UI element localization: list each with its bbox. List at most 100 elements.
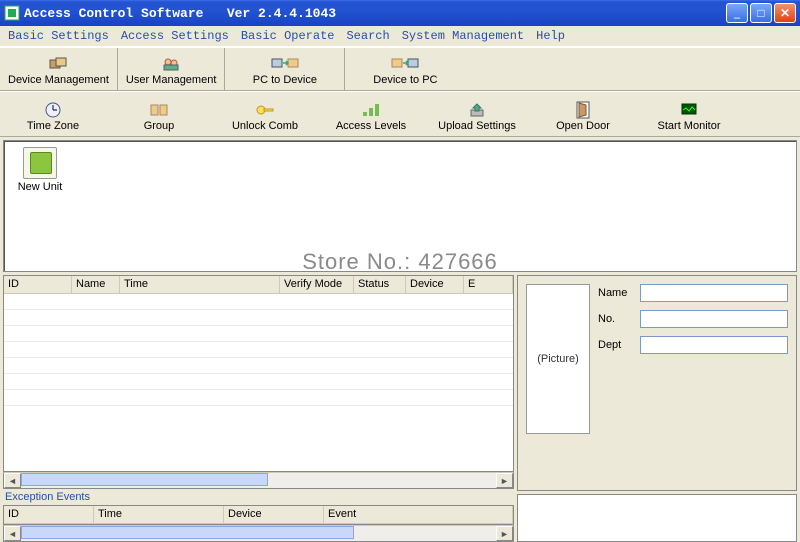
scroll-track[interactable] (21, 526, 496, 541)
new-unit-item[interactable]: New Unit (10, 147, 70, 193)
scroll-right-icon[interactable]: ► (496, 526, 513, 541)
toolbar-primary: Device Management User Management PC to … (0, 47, 800, 91)
exception-title: Exception Events (3, 489, 514, 505)
events-grid-body[interactable] (4, 294, 513, 471)
name-label: Name (598, 287, 634, 299)
device-to-pc-icon (391, 55, 419, 73)
col-device[interactable]: Device (406, 276, 464, 293)
details-pane: (Picture) Name No. Dept (517, 275, 797, 491)
access-levels-button[interactable]: Access Levels (318, 92, 424, 136)
levels-icon (361, 101, 381, 119)
col-status[interactable]: Status (354, 276, 406, 293)
device-icon (48, 55, 68, 73)
name-field[interactable] (640, 284, 788, 302)
menu-access-settings[interactable]: Access Settings (115, 27, 235, 45)
unit-icon (23, 147, 57, 179)
toolbar-secondary: Time Zone Group Unlock Comb Access Level… (0, 91, 800, 137)
time-zone-label: Time Zone (27, 120, 79, 132)
group-label: Group (144, 120, 175, 132)
table-row (4, 358, 513, 374)
col-name[interactable]: Name (72, 276, 120, 293)
scroll-left-icon[interactable]: ◄ (4, 473, 21, 488)
device-management-label: Device Management (8, 74, 109, 86)
col-time[interactable]: Time (120, 276, 280, 293)
menu-system-management[interactable]: System Management (396, 27, 530, 45)
units-pane: New Unit Store No.: 427666 (3, 140, 797, 272)
menu-basic-operate[interactable]: Basic Operate (235, 27, 341, 45)
left-column: ID Name Time Verify Mode Status Device E (3, 275, 514, 542)
monitor-icon (680, 101, 698, 119)
open-door-label: Open Door (556, 120, 610, 132)
col-id[interactable]: ID (4, 276, 72, 293)
time-zone-button[interactable]: Time Zone (0, 92, 106, 136)
picture-placeholder: (Picture) (526, 284, 590, 434)
key-icon (255, 101, 275, 119)
window-title: Access Control Software Ver 2.4.4.1043 (24, 6, 726, 21)
group-icon (150, 101, 168, 119)
details-fields: Name No. Dept (598, 284, 788, 482)
workspace: New Unit Store No.: 427666 ID Name Time … (0, 137, 800, 542)
unlock-comb-label: Unlock Comb (232, 120, 298, 132)
scroll-left-icon[interactable]: ◄ (4, 526, 21, 541)
start-monitor-button[interactable]: Start Monitor (636, 92, 742, 136)
col-extra[interactable]: E (464, 276, 513, 293)
pc-to-device-icon (271, 55, 299, 73)
dept-field[interactable] (640, 336, 788, 354)
table-row (4, 310, 513, 326)
minimize-button[interactable]: _ (726, 3, 748, 23)
scroll-track[interactable] (21, 473, 496, 488)
table-row (4, 390, 513, 406)
close-button[interactable]: ✕ (774, 3, 796, 23)
dept-label: Dept (598, 339, 634, 351)
upload-icon (468, 101, 486, 119)
app-icon (4, 5, 20, 21)
device-management-button[interactable]: Device Management (0, 48, 118, 90)
no-label: No. (598, 313, 634, 325)
user-management-label: User Management (126, 74, 217, 86)
events-grid: ID Name Time Verify Mode Status Device E (3, 275, 514, 472)
maximize-button[interactable]: □ (750, 3, 772, 23)
ex-col-id[interactable]: ID (4, 506, 94, 523)
menu-bar: Basic Settings Access Settings Basic Ope… (0, 26, 800, 47)
watermark-text: Store No.: 427666 (4, 249, 796, 275)
upload-settings-button[interactable]: Upload Settings (424, 92, 530, 136)
device-to-pc-button[interactable]: Device to PC (345, 48, 465, 90)
exception-section: Exception Events ID Time Device Event ◄ … (3, 489, 514, 542)
upload-settings-label: Upload Settings (438, 120, 516, 132)
exception-grid-header: ID Time Device Event (4, 506, 513, 524)
new-unit-label: New Unit (10, 181, 70, 193)
table-row (4, 294, 513, 310)
exception-hscrollbar[interactable]: ◄ ► (3, 525, 514, 542)
access-levels-label: Access Levels (336, 120, 406, 132)
exception-grid: ID Time Device Event (3, 505, 514, 525)
title-bar: Access Control Software Ver 2.4.4.1043 _… (0, 0, 800, 26)
ex-col-device[interactable]: Device (224, 506, 324, 523)
clock-icon (44, 101, 62, 119)
table-row (4, 374, 513, 390)
scroll-right-icon[interactable]: ► (496, 473, 513, 488)
table-row (4, 326, 513, 342)
menu-search[interactable]: Search (340, 27, 395, 45)
no-field[interactable] (640, 310, 788, 328)
ex-col-time[interactable]: Time (94, 506, 224, 523)
right-column: (Picture) Name No. Dept (517, 275, 797, 542)
open-door-button[interactable]: Open Door (530, 92, 636, 136)
col-verify-mode[interactable]: Verify Mode (280, 276, 354, 293)
door-icon (575, 101, 591, 119)
device-to-pc-label: Device to PC (373, 74, 437, 86)
user-management-button[interactable]: User Management (118, 48, 226, 90)
users-icon (161, 55, 181, 73)
ex-col-event[interactable]: Event (324, 506, 513, 523)
pc-to-device-label: PC to Device (253, 74, 317, 86)
events-hscrollbar[interactable]: ◄ ► (3, 472, 514, 489)
events-grid-wrap: ID Name Time Verify Mode Status Device E (3, 275, 514, 489)
menu-basic-settings[interactable]: Basic Settings (2, 27, 115, 45)
unlock-comb-button[interactable]: Unlock Comb (212, 92, 318, 136)
bottom-split: ID Name Time Verify Mode Status Device E (3, 275, 797, 542)
log-pane[interactable] (517, 494, 797, 542)
group-button[interactable]: Group (106, 92, 212, 136)
menu-help[interactable]: Help (530, 27, 571, 45)
pc-to-device-button[interactable]: PC to Device (225, 48, 345, 90)
table-row (4, 342, 513, 358)
events-grid-header: ID Name Time Verify Mode Status Device E (4, 276, 513, 294)
